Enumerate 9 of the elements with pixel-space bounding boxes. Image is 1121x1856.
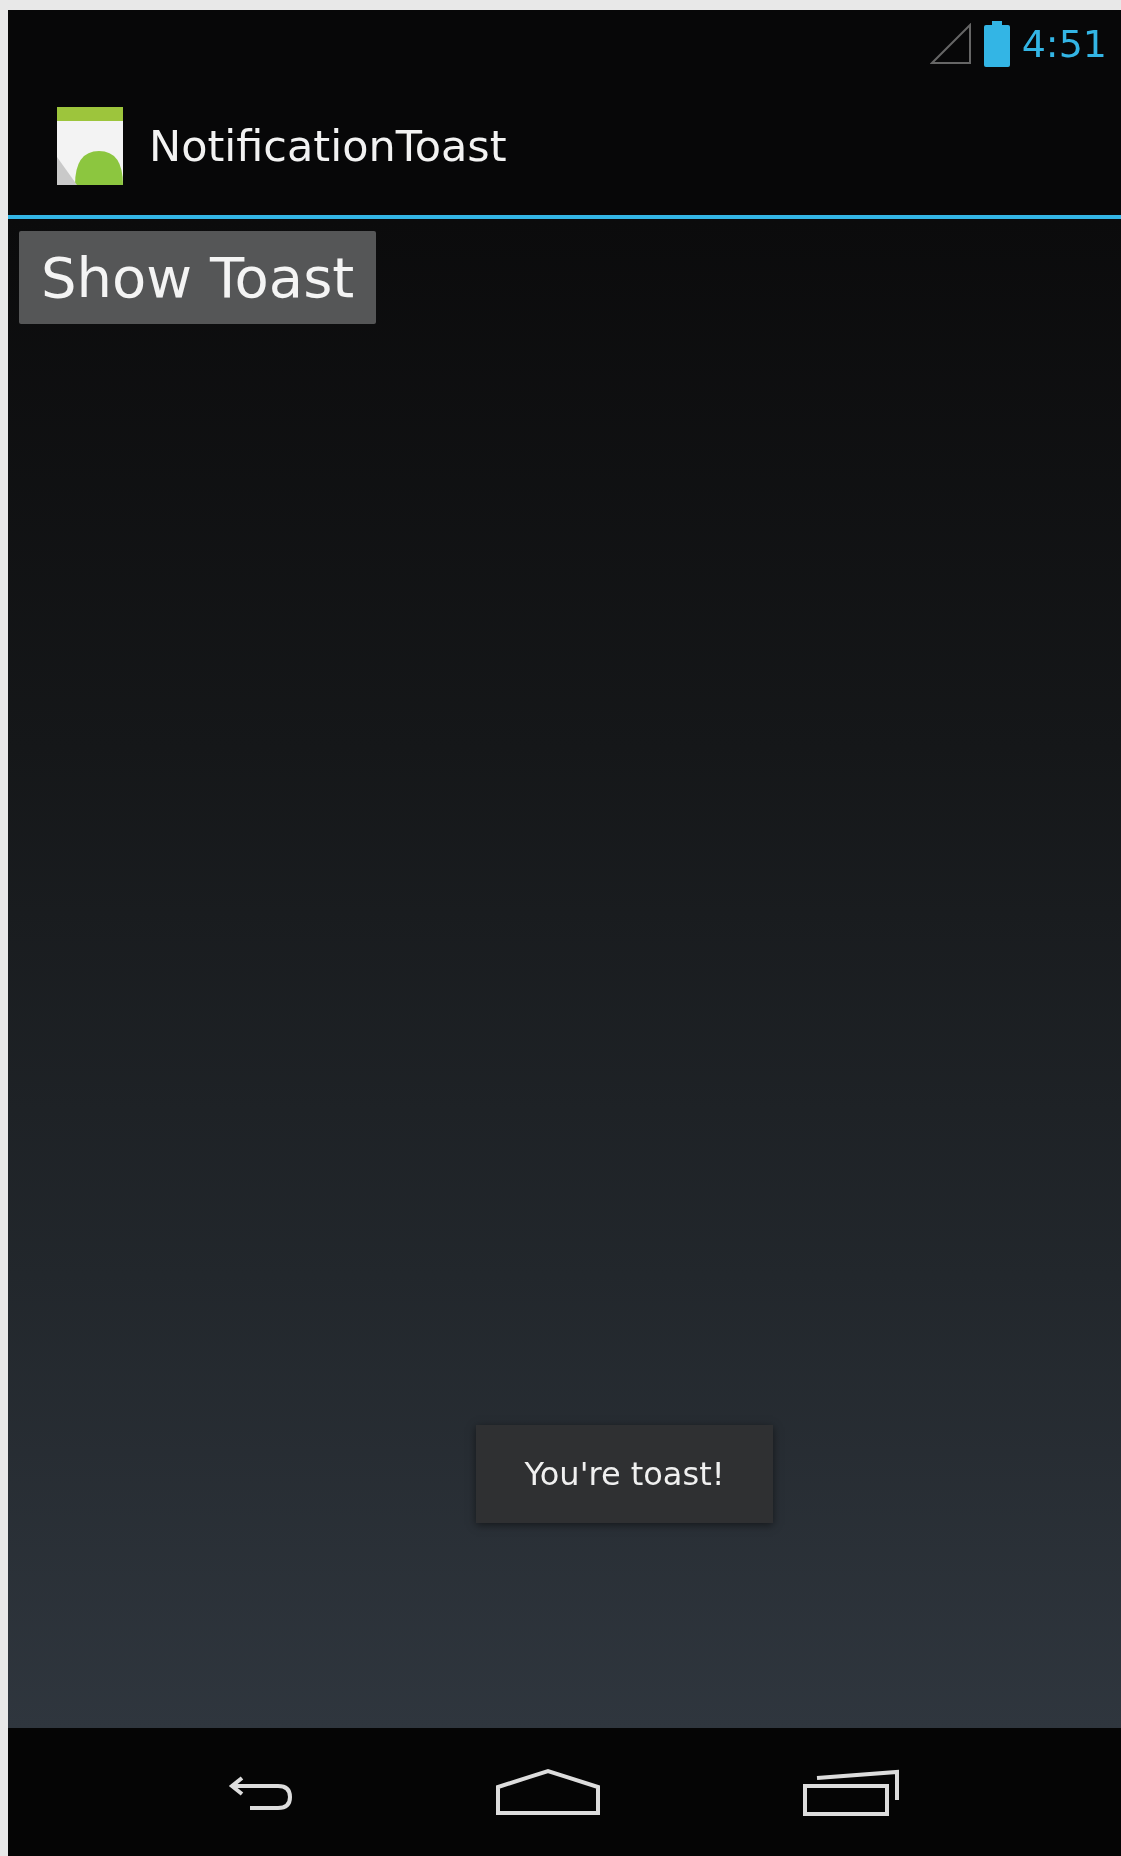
battery-icon xyxy=(983,20,1010,67)
home-icon[interactable] xyxy=(494,1767,603,1817)
show-toast-button[interactable]: Show Toast xyxy=(19,231,377,324)
app-icon xyxy=(57,107,123,185)
app-title: NotificationToast xyxy=(149,121,507,171)
recent-apps-icon[interactable] xyxy=(802,1768,901,1816)
clock-time: 4:51 xyxy=(1021,21,1107,66)
toast-message: You're toast! xyxy=(476,1425,773,1523)
signal-icon xyxy=(929,22,972,65)
